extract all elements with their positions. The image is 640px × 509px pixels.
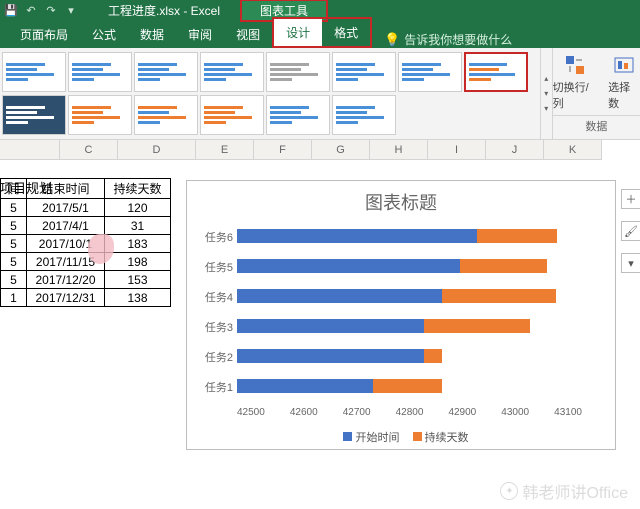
ribbon-group-data: 切换行/列 选择数 数据 bbox=[552, 48, 640, 139]
chart-style-thumb[interactable] bbox=[200, 52, 264, 92]
chart-elements-button[interactable]: ＋ bbox=[621, 189, 640, 209]
chart-bar-segment-start[interactable] bbox=[237, 379, 373, 393]
chart-style-thumb[interactable] bbox=[134, 95, 198, 135]
redo-icon[interactable]: ↷ bbox=[44, 3, 58, 17]
quick-access-toolbar: 💾 ↶ ↷ ▾ bbox=[4, 3, 78, 17]
tab-data[interactable]: 数据 bbox=[128, 21, 176, 48]
tab-design[interactable]: 设计 bbox=[274, 19, 322, 46]
table-row: 52017/12/20153 bbox=[1, 271, 171, 289]
gallery-more-handle[interactable]: ▴▾▾ bbox=[540, 48, 552, 139]
contextual-tabs-highlight: 设计 格式 bbox=[272, 17, 372, 48]
chart-bar-segment-start[interactable] bbox=[237, 349, 424, 363]
project-table[interactable]: 间 结束时间 持续天数 52017/5/1120 52017/4/131 520… bbox=[0, 178, 171, 307]
chart-bar-segment-start[interactable] bbox=[237, 229, 477, 243]
chart-filters-button[interactable]: ▾ bbox=[621, 253, 640, 273]
legend-swatch-icon bbox=[343, 432, 352, 441]
chart-style-thumb[interactable] bbox=[2, 52, 66, 92]
col-header[interactable]: F bbox=[254, 140, 312, 160]
chart-style-thumb[interactable] bbox=[398, 52, 462, 92]
chart-style-thumb[interactable] bbox=[2, 95, 66, 135]
ribbon-tabs: 页面布局 公式 数据 审阅 视图 设计 格式 💡 告诉我你想要做什么 bbox=[0, 20, 640, 48]
col-header[interactable]: J bbox=[486, 140, 544, 160]
table-row: 52017/10/1183 bbox=[1, 235, 171, 253]
table-header-days[interactable]: 持续天数 bbox=[105, 179, 171, 199]
chart-plot-area[interactable] bbox=[237, 223, 582, 403]
embedded-chart[interactable]: 图表标题 42500426004270042800429004300043100… bbox=[186, 180, 616, 450]
chart-bar-segment-start[interactable] bbox=[237, 259, 460, 273]
col-header[interactable]: K bbox=[544, 140, 602, 160]
tab-view[interactable]: 视图 bbox=[224, 21, 272, 48]
tell-me-field[interactable]: 告诉我你想要做什么 bbox=[404, 31, 512, 48]
tab-review[interactable]: 审阅 bbox=[176, 21, 224, 48]
table-row: 52017/5/1120 bbox=[1, 199, 171, 217]
chart-bar-segment-duration[interactable] bbox=[477, 229, 556, 243]
chart-side-buttons: ＋ 🖌 ▾ bbox=[621, 189, 640, 273]
chart-bar-segment-duration[interactable] bbox=[424, 319, 529, 333]
chart-style-thumb[interactable] bbox=[266, 52, 330, 92]
chart-style-thumb[interactable] bbox=[68, 95, 132, 135]
chart-styles-gallery bbox=[0, 48, 540, 139]
chart-style-thumb[interactable] bbox=[200, 95, 264, 135]
switch-icon bbox=[563, 53, 587, 77]
chart-legend[interactable]: 开始时间 持续天数 bbox=[187, 429, 615, 445]
chart-category-label: 任务6 bbox=[187, 229, 233, 245]
chart-style-thumb[interactable] bbox=[134, 52, 198, 92]
chart-style-thumb-selected[interactable] bbox=[464, 52, 528, 92]
watermark: ✦ 韩老师讲Office bbox=[500, 479, 628, 503]
tab-formulas[interactable]: 公式 bbox=[80, 21, 128, 48]
chart-bar-segment-duration[interactable] bbox=[424, 349, 442, 363]
select-data-button[interactable]: 选择数 bbox=[608, 53, 640, 111]
chart-styles-button[interactable]: 🖌 bbox=[621, 221, 640, 241]
chart-title[interactable]: 图表标题 bbox=[187, 189, 615, 215]
col-header[interactable]: D bbox=[118, 140, 196, 160]
ribbon-group-label: 数据 bbox=[553, 115, 640, 134]
chart-category-label: 任务4 bbox=[187, 289, 233, 305]
table-row: 12017/12/31138 bbox=[1, 289, 171, 307]
chart-bar-segment-start[interactable] bbox=[237, 319, 424, 333]
col-header[interactable]: E bbox=[196, 140, 254, 160]
lightbulb-icon: 💡 bbox=[384, 32, 400, 48]
chart-category-label: 任务5 bbox=[187, 259, 233, 275]
chart-bar-segment-duration[interactable] bbox=[373, 379, 442, 393]
plan-title-cell[interactable]: 项目规划 bbox=[0, 178, 72, 196]
chart-style-thumb[interactable] bbox=[266, 95, 330, 135]
select-data-icon bbox=[612, 53, 636, 77]
chart-x-axis: 42500426004270042800429004300043100 bbox=[237, 407, 582, 418]
chart-category-label: 任务1 bbox=[187, 379, 233, 395]
select-data-label: 选择数 bbox=[608, 79, 640, 111]
qat-more-icon[interactable]: ▾ bbox=[64, 3, 78, 17]
chart-bar-segment-duration[interactable] bbox=[442, 289, 556, 303]
save-icon[interactable]: 💾 bbox=[4, 3, 18, 17]
undo-icon[interactable]: ↶ bbox=[24, 3, 38, 17]
tab-format[interactable]: 格式 bbox=[322, 19, 370, 46]
chart-bar-segment-start[interactable] bbox=[237, 289, 442, 303]
window-title: 工程进度.xlsx - Excel bbox=[108, 2, 220, 19]
legend-swatch-icon bbox=[413, 432, 422, 441]
chart-category-label: 任务2 bbox=[187, 349, 233, 365]
chart-bar-segment-duration[interactable] bbox=[460, 259, 548, 273]
table-row: 52017/4/131 bbox=[1, 217, 171, 235]
chart-style-thumb[interactable] bbox=[68, 52, 132, 92]
chart-style-thumb[interactable] bbox=[332, 95, 396, 135]
tab-page-layout[interactable]: 页面布局 bbox=[8, 21, 80, 48]
col-header[interactable]: I bbox=[428, 140, 486, 160]
col-header[interactable]: C bbox=[60, 140, 118, 160]
wechat-icon: ✦ bbox=[500, 482, 518, 500]
switch-label: 切换行/列 bbox=[553, 79, 598, 111]
col-header[interactable]: G bbox=[312, 140, 370, 160]
chart-category-label: 任务3 bbox=[187, 319, 233, 335]
column-headers[interactable]: C D E F G H I J K bbox=[0, 140, 640, 160]
chart-style-thumb[interactable] bbox=[332, 52, 396, 92]
ribbon-body: ▴▾▾ 切换行/列 选择数 数据 bbox=[0, 48, 640, 140]
table-row: 52017/11/15198 bbox=[1, 253, 171, 271]
switch-row-col-button[interactable]: 切换行/列 bbox=[553, 53, 598, 111]
col-header[interactable]: H bbox=[370, 140, 428, 160]
